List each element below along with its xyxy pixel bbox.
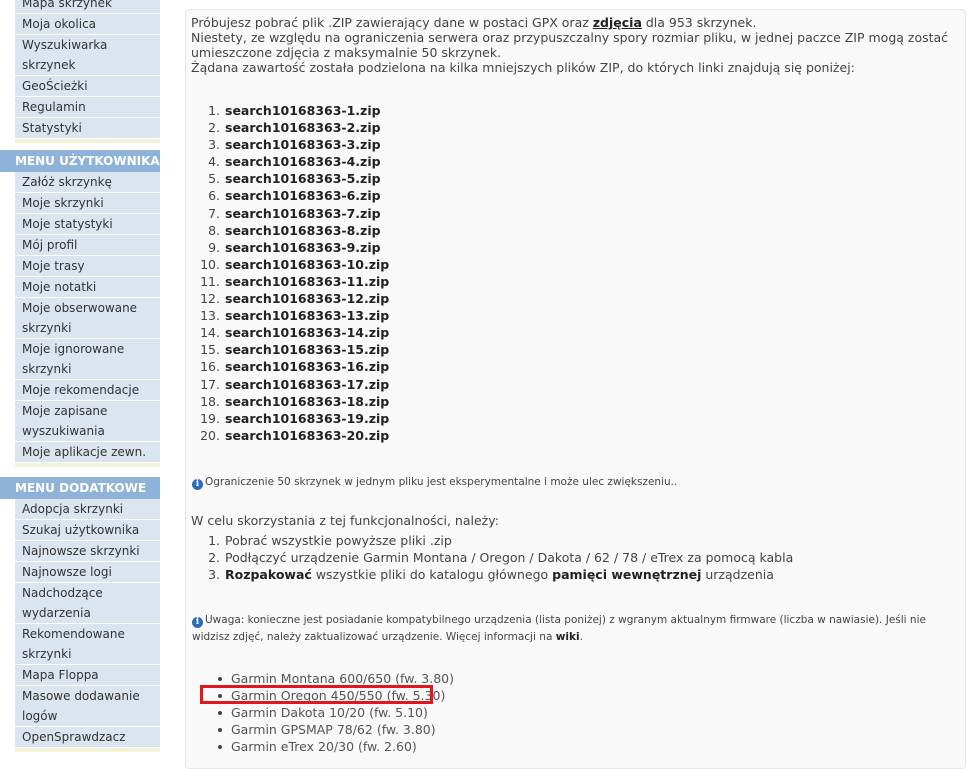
zip-download-link[interactable]: search10168363-4.zip [225, 154, 381, 169]
split-info-text: Żądana zawartość została podzielona na k… [191, 60, 855, 75]
zip-list-item: 8. search10168363-8.zip [208, 222, 381, 238]
steps-list: 1. Pobrać wszystkie powyższe pliki .zip 2… [186, 532, 793, 583]
zip-list-item: 12. search10168363-12.zip [200, 291, 390, 307]
sidebar: Mapa skrzynek Moja okolica Wyszukiwarka skr… [0, 0, 160, 756]
device-item: Garmin GPSMAP 78/62 (fw. 3.80) [186, 721, 454, 738]
step-item: 2. Podłączyć urządzenie Garmin Montana / … [208, 550, 794, 565]
intro-text: Próbujesz pobrać plik .ZIP zawierający d… [191, 15, 961, 75]
zip-download-link[interactable]: search10168363-13.zip [225, 308, 389, 323]
sidebar-item[interactable]: Moje obserwowane skrzynki [15, 298, 160, 339]
warning-note: i Uwaga: konieczne jest posiadanie kompat… [192, 614, 926, 643]
sidebar-item[interactable]: Moje statystyki [15, 214, 160, 235]
zip-list-item: 6. search10168363-6.zip [208, 188, 381, 204]
sidebar-item[interactable]: Załóż skrzynkę [15, 172, 160, 193]
server-limit-text: Niestety, ze względu na ograniczenia ser… [191, 30, 949, 60]
download-panel: Próbujesz pobrać plik .ZIP zawierający d… [185, 9, 966, 769]
zip-file-list: 1. search10168363-1.zip 2. search10168363-2… [186, 102, 389, 444]
sidebar-item[interactable]: Moje skrzynki [15, 193, 160, 214]
zip-list-item: 13. search10168363-13.zip [200, 308, 390, 324]
zip-download-link[interactable]: search10168363-11.zip [225, 274, 389, 289]
sidebar-item[interactable]: Mój profil [15, 235, 160, 256]
sidebar-item[interactable]: Moje ignorowane skrzynki [15, 339, 160, 380]
zip-list-item: 5. search10168363-5.zip [208, 171, 381, 187]
sidebar-item[interactable]: Adopcja skrzynki [15, 499, 160, 520]
device-item: Garmin eTrex 20/30 (fw. 2.60) [186, 738, 454, 755]
device-item: Garmin Dakota 10/20 (fw. 5.10) [186, 704, 454, 721]
sidebar-item[interactable]: Nadchodzące wydarzenia [15, 583, 160, 624]
sidebar-item[interactable]: Statystyki [15, 118, 160, 139]
zip-download-link[interactable]: search10168363-1.zip [225, 103, 381, 118]
zip-list-item: 1. search10168363-1.zip [208, 103, 381, 118]
sidebar-item[interactable]: Najnowsze skrzynki [15, 541, 160, 562]
zip-download-link[interactable]: search10168363-12.zip [225, 291, 389, 306]
sidebar-item[interactable]: Rekomendowane skrzynki [15, 624, 160, 665]
limit-note: i Ograniczenie 50 skrzynek w jednym pliku… [192, 476, 677, 490]
menu-group-divider [15, 139, 160, 143]
step-item: 1. Pobrać wszystkie powyższe pliki .zip [208, 533, 452, 548]
sidebar-item[interactable]: Masowe dodawanie logów [15, 686, 160, 727]
zip-list-item: 9. search10168363-9.zip [208, 239, 381, 255]
zip-download-link[interactable]: search10168363-15.zip [225, 342, 389, 357]
sidebar-item[interactable]: Moje rekomendacje [15, 380, 160, 401]
highlight-annotation [200, 685, 433, 704]
user-menu: Załóż skrzynkę Moje skrzynki Moje statysty… [0, 172, 160, 467]
info-icon: i [192, 479, 203, 490]
sidebar-item[interactable]: Moje zapisane wyszukiwania [15, 401, 160, 442]
sidebar-item[interactable]: Najnowsze logi [15, 562, 160, 583]
zip-download-link[interactable]: search10168363-8.zip [225, 223, 381, 238]
zip-list-item: 4. search10168363-4.zip [208, 154, 381, 170]
extra-menu: Adopcja skrzynki Szukaj użytkownika Najnow… [0, 499, 160, 752]
sidebar-item[interactable]: Moja okolica [15, 14, 160, 35]
photos-link[interactable]: zdjęcia [593, 15, 642, 30]
menu-group-divider [15, 748, 160, 752]
zip-list-item: 10. search10168363-10.zip [200, 256, 390, 272]
zip-list-item: 14. search10168363-14.zip [200, 325, 390, 341]
sidebar-item[interactable]: OpenSprawdzacz [15, 727, 160, 748]
howto-title: W celu skorzystania z tej funkcjonalnośc… [191, 513, 499, 528]
zip-list-item: 2. search10168363-2.zip [208, 120, 381, 136]
zip-download-link[interactable]: search10168363-3.zip [225, 137, 381, 152]
zip-list-item: 20. search10168363-20.zip [200, 427, 390, 443]
step-item: 3. Rozpakować wszystkie pliki do katalogu… [208, 567, 774, 582]
zip-list-item: 16. search10168363-16.zip [200, 359, 390, 375]
sidebar-item[interactable]: Szukaj użytkownika [15, 520, 160, 541]
device-list: Garmin Montana 600/650 (fw. 3.80) Garmin … [186, 670, 454, 755]
zip-download-link[interactable]: search10168363-18.zip [225, 394, 389, 409]
zip-list-item: 15. search10168363-15.zip [200, 342, 390, 358]
zip-download-link[interactable]: search10168363-5.zip [225, 171, 381, 186]
zip-list-item: 19. search10168363-19.zip [200, 410, 390, 426]
zip-download-link[interactable]: search10168363-7.zip [225, 206, 381, 221]
zip-download-link[interactable]: search10168363-20.zip [225, 428, 389, 443]
user-menu-header: MENU UŻYTKOWNIKA [0, 150, 160, 172]
zip-download-link[interactable]: search10168363-16.zip [225, 359, 389, 374]
info-icon: i [192, 617, 203, 628]
zip-download-link[interactable]: search10168363-9.zip [225, 240, 381, 255]
zip-download-link[interactable]: search10168363-2.zip [225, 120, 381, 135]
sidebar-item[interactable]: Regulamin [15, 97, 160, 118]
zip-download-link[interactable]: search10168363-14.zip [225, 325, 389, 340]
zip-download-link[interactable]: search10168363-19.zip [225, 411, 389, 426]
zip-list-item: 7. search10168363-7.zip [208, 205, 381, 221]
sidebar-item[interactable]: Mapa skrzynek [15, 0, 160, 14]
sidebar-item[interactable]: GeoŚcieżki [15, 76, 160, 97]
menu-group-divider [15, 463, 160, 467]
zip-list-item: 17. search10168363-17.zip [200, 376, 390, 392]
sidebar-item[interactable]: Moje aplikacje zewn. [15, 442, 160, 463]
zip-download-link[interactable]: search10168363-10.zip [225, 257, 389, 272]
zip-download-link[interactable]: search10168363-6.zip [225, 188, 381, 203]
zip-download-link[interactable]: search10168363-17.zip [225, 377, 389, 392]
main-menu: Mapa skrzynek Moja okolica Wyszukiwarka skr… [0, 0, 160, 143]
sidebar-item[interactable]: Moje notatki [15, 277, 160, 298]
extra-menu-header: MENU DODATKOWE [0, 477, 160, 499]
sidebar-item[interactable]: Wyszukiwarka skrzynek [15, 35, 160, 76]
zip-list-item: 18. search10168363-18.zip [200, 393, 390, 409]
wiki-link[interactable]: wiki [556, 631, 580, 643]
sidebar-item[interactable]: Moje trasy [15, 256, 160, 277]
sidebar-item[interactable]: Mapa Floppa [15, 665, 160, 686]
zip-list-item: 11. search10168363-11.zip [200, 273, 390, 289]
zip-list-item: 3. search10168363-3.zip [208, 137, 381, 153]
